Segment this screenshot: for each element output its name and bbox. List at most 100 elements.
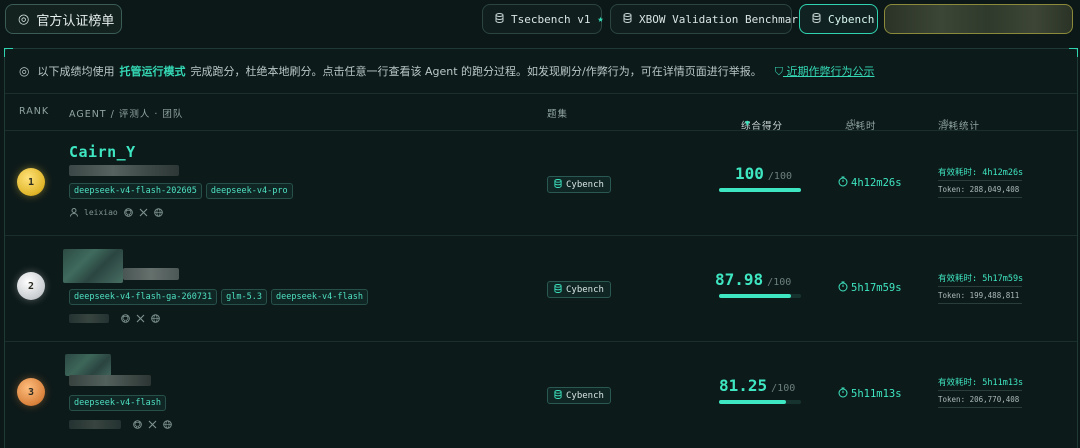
- notice-text-2: 完成跑分，杜绝本地刷分。点击任意一行查看该 Agent 的跑分过程。如发现刷分/…: [190, 65, 762, 78]
- total-time: 4h12m26s: [838, 176, 902, 190]
- rank-medal-bronze: 3: [17, 378, 45, 406]
- table-row[interactable]: 2 deepseek-v4-flash-ga-260731 glm-5.3 de…: [5, 236, 1077, 342]
- benchmark-name: Cybench: [566, 284, 604, 295]
- agent-meta: leixiao: [69, 208, 163, 217]
- github-icon[interactable]: [123, 208, 133, 217]
- divider: [938, 390, 1022, 391]
- benchmark-badge: Cybench: [547, 176, 611, 193]
- star-icon: ★: [597, 13, 604, 25]
- total-time-value: 5h17m59s: [851, 282, 902, 294]
- token-count: Token: 288,049,408: [938, 185, 1020, 194]
- benchmark-badge: Cybench: [547, 281, 611, 298]
- score: 81.25 /100: [719, 376, 795, 395]
- redacted-team: [123, 268, 179, 280]
- total-time-value: 5h11m13s: [851, 388, 902, 400]
- divider: [938, 197, 1022, 198]
- globe-icon[interactable]: [153, 208, 163, 217]
- tab-tsecbench-label: Tsecbench v1: [511, 12, 591, 26]
- score-bar-fill: [719, 294, 792, 298]
- user-name: leixiao: [84, 208, 118, 217]
- redacted-tab[interactable]: [884, 4, 1073, 34]
- tab-xbow-label: XBOW Validation Benchmarks: [639, 12, 812, 26]
- token-count: Token: 199,488,811: [938, 291, 1020, 300]
- score-bar: [719, 188, 801, 192]
- agent-meta: [69, 420, 172, 429]
- user-icon: [69, 208, 78, 217]
- rank-medal-gold: 1: [17, 168, 45, 196]
- score: 100 /100: [735, 164, 792, 183]
- database-icon: [495, 12, 504, 26]
- redacted-user: [69, 314, 109, 323]
- model-tags: deepseek-v4-flash-ga-260731 glm-5.3 deep…: [69, 289, 368, 305]
- token-count: Token: 206,770,408: [938, 395, 1020, 404]
- tab-cybench[interactable]: Cybench: [799, 4, 878, 34]
- divider: [938, 286, 1022, 287]
- sort-icon: ⇅: [849, 118, 858, 129]
- model-tag: deepseek-v4-flash-202605: [69, 183, 202, 199]
- notice-text-1: 以下成绩均使用: [37, 65, 115, 78]
- globe-icon[interactable]: [163, 420, 172, 429]
- database-icon: [623, 12, 632, 26]
- model-tags: deepseek-v4-flash: [69, 395, 166, 411]
- tab-cybench-label: Cybench: [828, 12, 875, 26]
- agent-meta: [69, 314, 160, 323]
- benchmark-name: Cybench: [566, 390, 604, 401]
- cheating-disclosure-label: 近期作弊行为公示: [786, 65, 875, 78]
- divider: [938, 303, 1022, 304]
- redacted-team: [69, 165, 179, 176]
- score-bar-fill: [719, 188, 801, 192]
- sort-desc-icon: ▾: [745, 118, 751, 129]
- redacted-agent-name: [63, 249, 123, 283]
- cheating-disclosure-link[interactable]: ⛉ 近期作弊行为公示: [775, 63, 875, 79]
- header-benchmark: 题集: [547, 109, 569, 120]
- x-twitter-icon[interactable]: [136, 314, 145, 323]
- official-leaderboard-button[interactable]: ◎ 官方认证榜单: [5, 4, 122, 34]
- redacted-user: [69, 420, 121, 429]
- stopwatch-icon: [838, 176, 848, 190]
- x-twitter-icon[interactable]: [139, 208, 148, 217]
- model-tag: glm-5.3: [221, 289, 267, 305]
- benchmark-name: Cybench: [566, 179, 604, 190]
- table-header: RANK AGENT / 评测人 · 团队 题集 综合得分 ▾ 总耗时 ⇅ 消耗…: [5, 93, 1077, 132]
- divider: [938, 180, 1022, 181]
- effective-time: 有效耗时: 4h12m26s: [938, 168, 1024, 178]
- github-icon[interactable]: [121, 314, 130, 323]
- globe-icon[interactable]: [151, 314, 160, 323]
- score-value: 87.98: [715, 270, 764, 289]
- database-icon: [812, 12, 821, 26]
- rank-medal-silver: 2: [17, 272, 45, 300]
- benchmark-badge: Cybench: [547, 387, 611, 404]
- total-time: 5h17m59s: [838, 281, 902, 295]
- header-agent: AGENT / 评测人 · 团队: [69, 109, 184, 120]
- database-icon: [554, 389, 562, 402]
- table-row[interactable]: 1 Cairn_Y deepseek-v4-flash-202605 deeps…: [5, 130, 1077, 236]
- score-max: /100: [767, 277, 792, 288]
- divider: [938, 407, 1022, 408]
- total-time: 5h11m13s: [838, 387, 902, 401]
- tab-xbow[interactable]: XBOW Validation Benchmarks: [610, 4, 811, 34]
- github-icon[interactable]: [133, 420, 142, 429]
- x-twitter-icon[interactable]: [148, 420, 157, 429]
- score-value: 81.25: [719, 376, 768, 395]
- shield-icon: ⛉: [774, 65, 783, 78]
- score-max: /100: [771, 383, 796, 394]
- model-tag: deepseek-v4-flash: [271, 289, 368, 305]
- sort-icon: ⇅: [942, 118, 951, 129]
- tab-tsecbench[interactable]: Tsecbench v1 ★: [482, 4, 604, 34]
- notice-highlight: 托管运行模式: [119, 65, 186, 78]
- leaderboard-panel: ◎ 以下成绩均使用 托管运行模式 完成跑分，杜绝本地刷分。点击任意一行查看该 A…: [4, 48, 1078, 448]
- agent-name: Cairn_Y: [69, 143, 136, 161]
- total-time-value: 4h12m26s: [851, 177, 902, 189]
- stopwatch-icon: [838, 387, 848, 401]
- stopwatch-icon: [838, 281, 848, 295]
- score-bar-fill: [719, 400, 786, 404]
- model-tag: deepseek-v4-pro: [205, 183, 293, 199]
- top-bar: ◎ 官方认证榜单 Tsecbench v1 ★ XBOW Validation …: [0, 0, 1080, 40]
- score-bar: [719, 400, 801, 404]
- redacted-agent-name: [65, 354, 111, 376]
- table-row[interactable]: 3 deepseek-v4-flash Cybench 81.25 /100 5…: [5, 342, 1077, 447]
- score-max: /100: [767, 171, 792, 182]
- notice-bar: ◎ 以下成绩均使用 托管运行模式 完成跑分，杜绝本地刷分。点击任意一行查看该 A…: [5, 49, 1077, 93]
- check-circle-icon: ◎: [18, 11, 30, 27]
- score: 87.98 /100: [715, 270, 791, 289]
